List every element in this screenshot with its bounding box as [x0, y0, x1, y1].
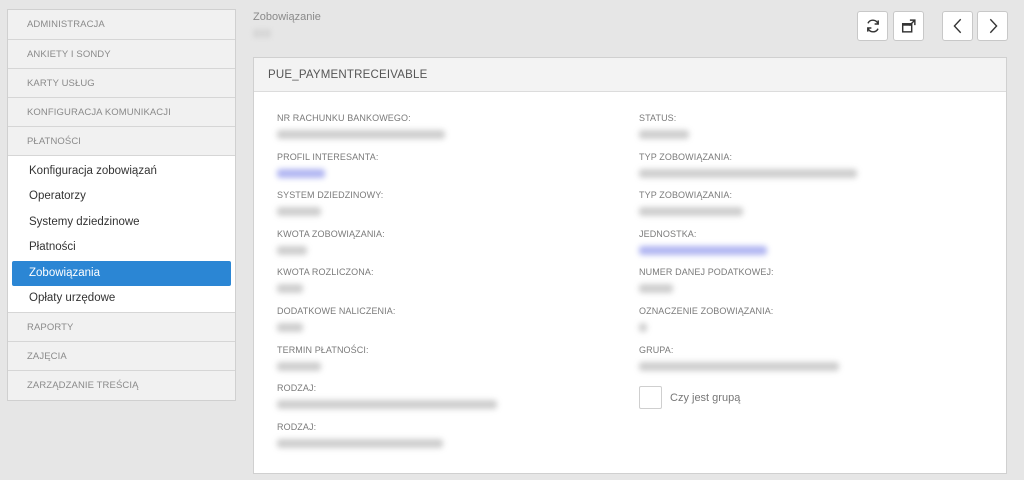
field-kwota-rozliczona: KWOTA ROZLICZONA:	[277, 267, 374, 293]
field-status: STATUS:	[639, 113, 689, 139]
sidebar-section-zajecia[interactable]: ZAJĘCIA	[8, 342, 235, 372]
sidebar-section-karty-uslug[interactable]: KARTY USŁUG	[8, 69, 235, 98]
field-value-redacted-link[interactable]	[277, 169, 325, 178]
field-jednostka: JEDNOSTKA:	[639, 229, 767, 255]
sidebar-section-raporty[interactable]: RAPORTY	[8, 313, 235, 343]
field-label: JEDNOSTKA:	[639, 229, 697, 239]
field-label: DODATKOWE NALICZENIA:	[277, 306, 396, 316]
field-value-redacted	[639, 284, 673, 293]
sidebar-item-operatorzy[interactable]: Operatorzy	[12, 184, 231, 209]
sidebar-item-zobowiazania[interactable]: Zobowiązania	[12, 260, 231, 286]
field-value-redacted	[277, 400, 497, 409]
sidebar-section-konfiguracja-komunikacji[interactable]: KONFIGURACJA KOMUNIKACJI	[8, 98, 235, 127]
page-subtitle-redacted	[253, 29, 271, 38]
chevron-right-icon	[989, 18, 998, 34]
group-checkbox-row: Czy jest grupą	[639, 386, 740, 409]
field-label: SYSTEM DZIEDZINOWY:	[277, 190, 384, 200]
field-label: KWOTA ROZLICZONA:	[277, 267, 374, 277]
sidebar-item-konfiguracja-zobowiazan[interactable]: Konfiguracja zobowiązań	[12, 159, 231, 184]
sidebar-item-systemy-dziedzinowe[interactable]: Systemy dziedzinowe	[12, 210, 231, 235]
field-value-redacted	[277, 323, 303, 332]
sidebar: ADMINISTRACJA ANKIETY I SONDY KARTY USŁU…	[7, 9, 236, 402]
sidebar-section-zarzadzanie-trescia[interactable]: ZARZĄDZANIE TREŚCIĄ	[8, 371, 235, 401]
field-value-redacted	[639, 207, 743, 216]
refresh-icon	[866, 19, 879, 33]
field-value-redacted	[277, 207, 321, 216]
open-external-button[interactable]	[893, 11, 924, 41]
field-termin-platnosci: TERMIN PŁATNOŚCI:	[277, 345, 369, 371]
sidebar-section-administracja[interactable]: ADMINISTRACJA	[8, 10, 235, 40]
field-system-dziedzinowy: SYSTEM DZIEDZINOWY:	[277, 190, 383, 216]
page-title: Zobowiązanie	[253, 11, 321, 23]
field-label: NUMER DANEJ PODATKOWEJ:	[639, 267, 774, 277]
field-grupa: GRUPA:	[639, 345, 839, 371]
field-value-redacted	[277, 130, 445, 139]
is-group-checkbox-label: Czy jest grupą	[670, 391, 741, 404]
field-kwota-zobowiazania: KWOTA ZOBOWIĄZANIA:	[277, 229, 385, 255]
is-group-checkbox[interactable]	[639, 386, 662, 409]
field-label: RODZAJ:	[277, 383, 317, 393]
field-label: OZNACZENIE ZOBOWIĄZANIA:	[639, 306, 774, 316]
field-label: RODZAJ:	[277, 422, 317, 432]
previous-button[interactable]	[942, 11, 973, 41]
panel-body: NR RACHUNKU BANKOWEGO: PROFIL INTERESANT…	[254, 93, 1006, 473]
field-label: GRUPA:	[639, 345, 674, 355]
next-button[interactable]	[977, 11, 1008, 41]
field-dodatkowe-naliczenia: DODATKOWE NALICZENIA:	[277, 306, 395, 332]
open-external-icon	[901, 19, 916, 33]
sidebar-section-platnosci[interactable]: PŁATNOŚCI	[8, 127, 235, 156]
field-label: TYP ZOBOWIĄZANIA:	[639, 152, 733, 162]
sidebar-item-oplaty-urzedowe[interactable]: Opłaty urzędowe	[12, 286, 231, 311]
field-rodzaj-2: RODZAJ:	[277, 422, 443, 448]
field-value-redacted	[277, 362, 321, 371]
field-nr-rachunku: NR RACHUNKU BANKOWEGO:	[277, 113, 445, 139]
field-label: NR RACHUNKU BANKOWEGO:	[277, 113, 411, 123]
field-typ-zobowiazania-2: TYP ZOBOWIĄZANIA:	[639, 190, 743, 216]
field-label: KWOTA ZOBOWIĄZANIA:	[277, 229, 385, 239]
field-value-redacted	[277, 284, 303, 293]
field-value-redacted-link[interactable]	[639, 246, 767, 255]
field-value-redacted	[639, 130, 689, 139]
field-label: TYP ZOBOWIĄZANIA:	[639, 190, 733, 200]
sidebar-section-ankiety-i-sondy[interactable]: ANKIETY I SONDY	[8, 40, 235, 69]
details-panel: PUE_PAYMENTRECEIVABLE NR RACHUNKU BANKOW…	[253, 57, 1007, 474]
field-value-redacted	[277, 246, 307, 255]
field-oznaczenie-zobowiazania: OZNACZENIE ZOBOWIĄZANIA:	[639, 306, 773, 332]
field-value-redacted	[639, 362, 839, 371]
panel-title: PUE_PAYMENTRECEIVABLE	[254, 58, 1006, 92]
sidebar-submenu-platnosci: Konfiguracja zobowiązań Operatorzy Syste…	[8, 156, 235, 314]
field-value-redacted	[639, 169, 857, 178]
sidebar-item-platnosci[interactable]: Płatności	[12, 235, 231, 260]
field-value-redacted	[639, 323, 647, 332]
field-value-redacted	[277, 439, 443, 448]
field-label: STATUS:	[639, 113, 677, 123]
field-label: TERMIN PŁATNOŚCI:	[277, 345, 369, 355]
field-typ-zobowiazania-1: TYP ZOBOWIĄZANIA:	[639, 152, 857, 178]
field-label: PROFIL INTERESANTA:	[277, 152, 379, 162]
chevron-left-icon	[952, 18, 961, 34]
field-rodzaj-1: RODZAJ:	[277, 383, 497, 409]
field-numer-danej-podatkowej: NUMER DANEJ PODATKOWEJ:	[639, 267, 774, 293]
refresh-button[interactable]	[857, 11, 888, 41]
field-profil-interesanta: PROFIL INTERESANTA:	[277, 152, 378, 178]
